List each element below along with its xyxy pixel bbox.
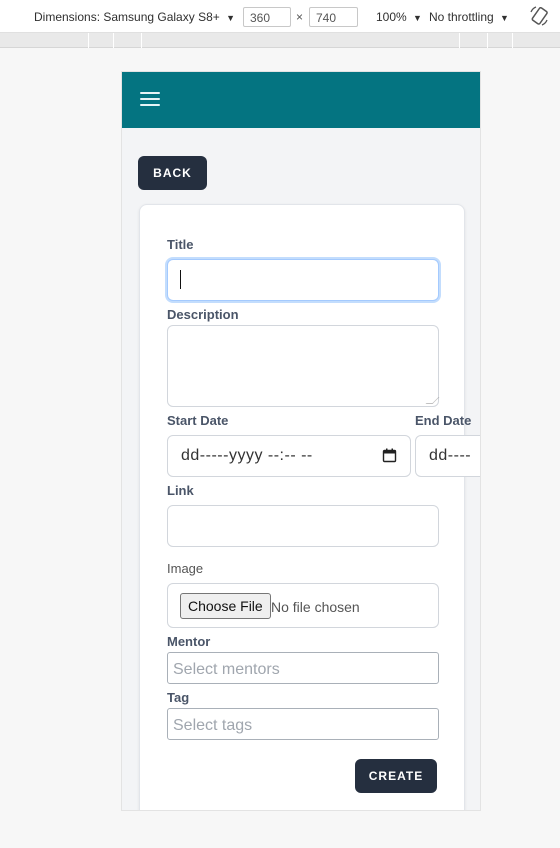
device-width-input[interactable]: 360	[243, 7, 291, 27]
dimensions-separator: ×	[296, 10, 304, 24]
tag-select[interactable]: Select tags	[167, 708, 439, 740]
title-input[interactable]	[167, 259, 439, 301]
throttling-label: No throttling	[429, 10, 494, 24]
device-height-input[interactable]: 740	[309, 7, 358, 27]
dropdown-caret-icon: ▼	[226, 13, 236, 23]
title-label: Title	[167, 237, 194, 252]
description-label: Description	[167, 307, 239, 322]
text-cursor	[180, 270, 181, 289]
image-file-input: Choose File No file chosen	[167, 583, 439, 628]
end-date-label: End Date	[415, 413, 472, 428]
hamburger-menu-icon[interactable]	[140, 92, 160, 108]
start-date-label: Start Date	[167, 413, 229, 428]
tag-label: Tag	[167, 690, 190, 705]
rotate-icon[interactable]	[528, 5, 550, 27]
start-date-value: dd-----yyyy --:-- --	[181, 447, 313, 464]
link-label: Link	[167, 483, 194, 498]
mentor-label: Mentor	[167, 634, 211, 649]
no-file-chosen-text: No file chosen	[271, 599, 360, 615]
link-input[interactable]	[167, 505, 439, 547]
zoom-dropdown[interactable]: 100% ▼	[376, 10, 422, 24]
choose-file-button[interactable]: Choose File	[180, 593, 271, 619]
description-textarea[interactable]	[167, 325, 440, 407]
mentor-placeholder: Select mentors	[173, 661, 280, 678]
start-date-input[interactable]: dd-----yyyy --:-- --	[167, 435, 411, 477]
create-button[interactable]: CREATE	[355, 759, 437, 793]
device-dimensions-dropdown[interactable]: Dimensions: Samsung Galaxy S8+ ▼	[34, 10, 235, 24]
end-date-value: dd----	[429, 447, 472, 464]
mentor-select[interactable]: Select mentors	[167, 652, 439, 684]
resize-handle-icon[interactable]	[425, 397, 440, 404]
dropdown-caret-icon: ▼	[413, 13, 422, 23]
create-form-card: Title Description Start Date End Date dd…	[139, 204, 480, 810]
dropdown-caret-icon: ▼	[500, 13, 509, 23]
calendar-icon[interactable]	[382, 448, 397, 463]
image-label: Image	[167, 561, 204, 576]
throttling-dropdown[interactable]: No throttling ▼	[429, 10, 509, 24]
devtools-toolbar: Dimensions: Samsung Galaxy S8+ ▼ 360 × 7…	[0, 0, 560, 33]
back-button[interactable]: BACK	[138, 156, 207, 190]
device-viewport: BACK Title Description Start Date End Da…	[121, 71, 481, 811]
app-header	[122, 72, 480, 128]
tag-placeholder: Select tags	[173, 717, 253, 734]
media-query-ruler[interactable]	[0, 33, 560, 48]
end-date-input[interactable]: dd----	[415, 435, 480, 477]
zoom-label: 100%	[376, 10, 407, 24]
device-dimensions-label: Dimensions: Samsung Galaxy S8+	[34, 10, 220, 24]
